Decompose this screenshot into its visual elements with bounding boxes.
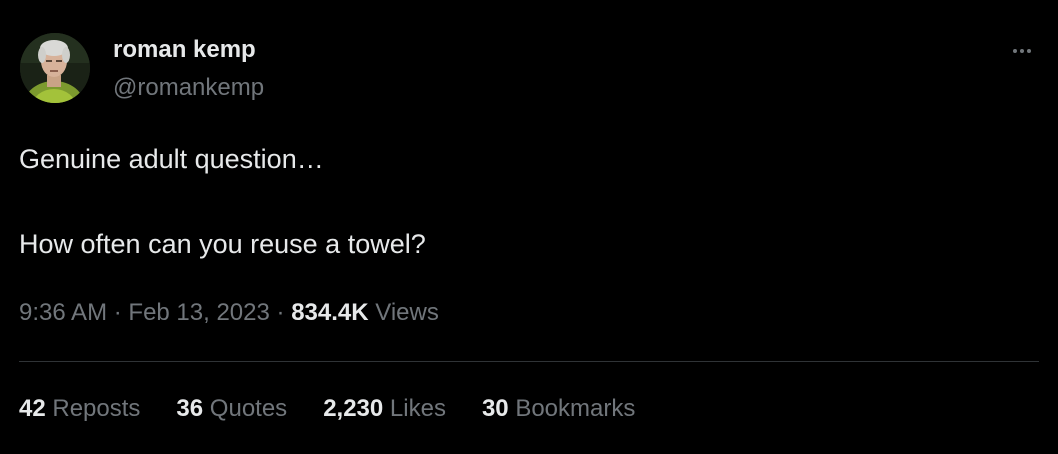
quotes-stat[interactable]: 36 Quotes [176, 394, 287, 424]
more-horizontal-icon[interactable] [1004, 36, 1040, 66]
stat-label: Bookmarks [515, 395, 636, 422]
bookmarks-stat[interactable]: 30 Bookmarks [482, 394, 635, 424]
tweet-text-line: Genuine adult question… [19, 144, 324, 174]
author-handle[interactable]: @romankemp [113, 73, 264, 103]
divider [19, 361, 1039, 362]
stat-count: 42 [19, 395, 46, 422]
reposts-stat[interactable]: 42 Reposts [19, 394, 140, 424]
meta-separator: · [113, 299, 122, 326]
stat-count: 30 [481, 395, 509, 422]
tweet-meta: 9:36 AM · Feb 13, 2023 · 834.4K Views [19, 298, 439, 328]
tweet-text-line: How often can you reuse a towel? [19, 229, 426, 259]
likes-stat[interactable]: 2,230 Likes [323, 394, 446, 424]
author-display-name[interactable]: roman kemp [113, 35, 256, 65]
views-count: 834.4K [291, 299, 369, 326]
views-label: Views [375, 299, 439, 326]
stat-label: Reposts [52, 395, 141, 422]
stat-count: 2,230 [323, 395, 384, 422]
tweet: roman kemp @romankemp Genuine adult ques… [0, 0, 1058, 454]
timestamp-date[interactable]: Feb 13, 2023 [128, 299, 269, 326]
stat-label: Likes [389, 395, 446, 422]
avatar[interactable] [20, 33, 90, 103]
avatar-photo [20, 33, 90, 103]
timestamp-time[interactable]: 9:36 AM [19, 299, 107, 326]
engagement-stats: 42 Reposts 36 Quotes 2,230 Likes 30 Book… [19, 394, 671, 424]
stat-count: 36 [176, 395, 204, 422]
meta-separator: · [276, 299, 285, 326]
stat-label: Quotes [209, 395, 288, 422]
